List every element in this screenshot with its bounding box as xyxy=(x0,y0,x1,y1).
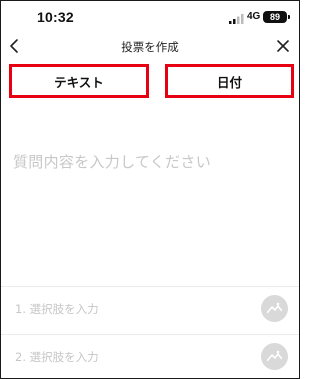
close-icon[interactable] xyxy=(276,39,290,53)
status-time: 10:32 xyxy=(37,9,74,25)
add-image-button[interactable] xyxy=(261,295,288,322)
question-input[interactable]: 質問内容を入力してください xyxy=(13,151,283,175)
network-label: 4G xyxy=(247,11,261,22)
add-image-button[interactable] xyxy=(261,343,288,370)
tab-text-label: テキスト xyxy=(54,74,104,90)
nav-bar: 投票を作成 xyxy=(1,35,299,61)
tab-date-label: 日付 xyxy=(216,74,242,90)
page-title: 投票を作成 xyxy=(121,40,179,54)
signal-icon xyxy=(229,14,244,24)
image-icon xyxy=(267,302,282,314)
option-placeholder: 2. 選択肢を入力 xyxy=(15,350,99,364)
status-bar: 10:32 4G 89 xyxy=(1,1,299,35)
image-icon xyxy=(267,350,282,362)
battery-tip xyxy=(288,15,290,19)
option-input-2[interactable]: 2. 選択肢を入力 xyxy=(1,334,299,378)
battery-icon: 89 xyxy=(263,11,287,23)
tab-text[interactable]: テキスト xyxy=(9,64,149,98)
option-input-1[interactable]: 1. 選択肢を入力 xyxy=(1,286,299,330)
option-placeholder: 1. 選択肢を入力 xyxy=(15,302,99,316)
screen: 10:32 4G 89 投票を作成 テキスト 日付 質問内容を入力してください … xyxy=(0,0,300,379)
tab-date[interactable]: 日付 xyxy=(165,64,294,98)
